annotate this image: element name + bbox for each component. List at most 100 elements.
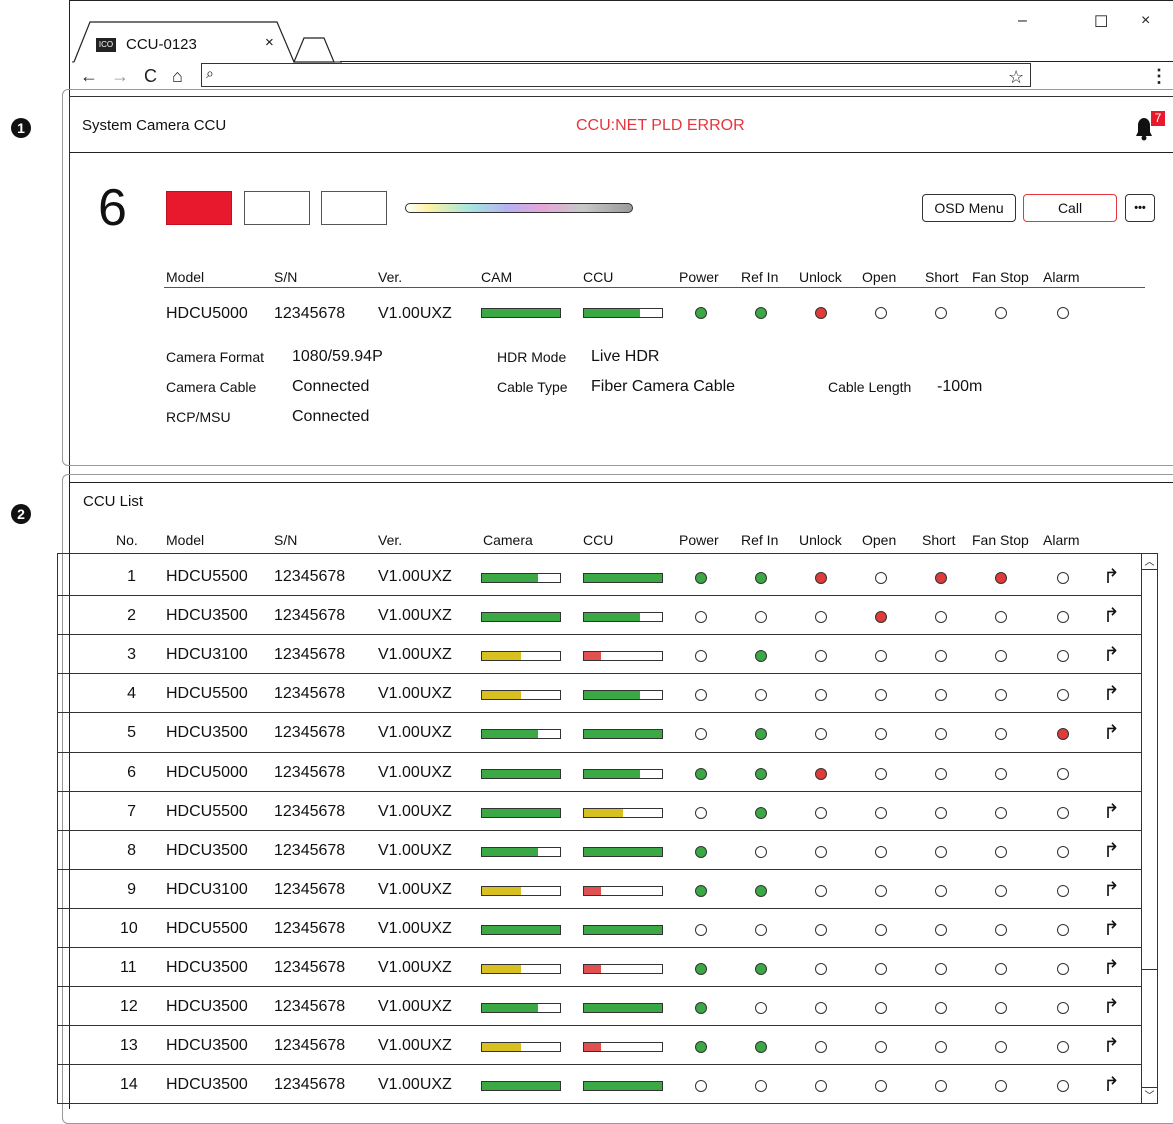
detail-column-header: Ver. bbox=[378, 269, 403, 285]
back-icon[interactable]: ← bbox=[80, 66, 98, 87]
row-number: 9 bbox=[127, 880, 136, 898]
row-serial: 12345678 bbox=[274, 959, 346, 976]
row-divider bbox=[58, 908, 1142, 909]
row-serial: 12345678 bbox=[274, 607, 346, 625]
row-divider bbox=[58, 595, 1142, 596]
row-version: V1.00UXZ bbox=[378, 685, 452, 703]
row-model: HDCU3500 bbox=[166, 1037, 248, 1055]
row-status-dot bbox=[755, 572, 767, 584]
go-to-camera-arrow-icon[interactable]: ↱ bbox=[1103, 994, 1120, 1019]
row-status-dot bbox=[815, 845, 827, 858]
row-status-dot bbox=[755, 845, 767, 858]
row-status-dot bbox=[935, 611, 947, 624]
tab-close-icon[interactable]: × bbox=[265, 34, 274, 51]
row-status-dot bbox=[935, 845, 947, 858]
bookmark-star-icon[interactable]: ☆ bbox=[1008, 67, 1024, 88]
row-status-dot bbox=[995, 611, 1007, 624]
row-camera-level-bar bbox=[481, 573, 561, 583]
detail-column-header: Ref In bbox=[741, 269, 779, 285]
row-divider bbox=[58, 1064, 1142, 1065]
go-to-camera-arrow-icon[interactable]: ↱ bbox=[1103, 1033, 1120, 1058]
new-tab-button[interactable] bbox=[298, 20, 338, 44]
row-status-dot bbox=[695, 845, 707, 858]
cable-length-label: Cable Length bbox=[828, 379, 912, 395]
list-column-header: Camera bbox=[483, 532, 533, 548]
tally-indicator-2 bbox=[244, 191, 310, 225]
row-model: HDCU3500 bbox=[166, 998, 248, 1016]
row-ccu-level-bar bbox=[583, 690, 663, 701]
callout-2: 2 bbox=[11, 504, 31, 524]
row-status-dot bbox=[695, 572, 707, 584]
camera-number: 6 bbox=[98, 179, 127, 237]
row-version: V1.00UXZ bbox=[378, 724, 452, 742]
forward-icon[interactable]: → bbox=[111, 66, 129, 87]
list-column-header: Open bbox=[862, 532, 897, 548]
row-status-dot bbox=[935, 572, 947, 584]
row-status-dot bbox=[815, 806, 827, 819]
row-model: HDCU3500 bbox=[166, 1076, 248, 1094]
go-to-camera-arrow-icon[interactable]: ↱ bbox=[1103, 681, 1120, 706]
scrollbar-thumb[interactable] bbox=[1142, 570, 1157, 970]
row-status-dot bbox=[695, 963, 707, 975]
row-model: HDCU5500 bbox=[166, 685, 248, 703]
row-divider bbox=[58, 869, 1142, 870]
go-to-camera-arrow-icon[interactable]: ↱ bbox=[1103, 1072, 1120, 1097]
window-close-icon[interactable]: × bbox=[1141, 12, 1150, 30]
row-ccu-level-bar bbox=[583, 612, 663, 623]
go-to-camera-arrow-icon[interactable]: ↱ bbox=[1103, 838, 1120, 863]
address-bar[interactable]: ⌕ bbox=[201, 63, 1031, 87]
camera-cable-value: Connected bbox=[292, 378, 370, 395]
app-title: System Camera CCU bbox=[82, 117, 227, 134]
row-divider bbox=[58, 1025, 1142, 1026]
tab-title[interactable]: CCU-0123 bbox=[126, 36, 197, 53]
go-to-camera-arrow-icon[interactable]: ↱ bbox=[1103, 955, 1120, 980]
go-to-camera-arrow-icon[interactable]: ↱ bbox=[1103, 564, 1120, 589]
row-ccu-level-bar bbox=[583, 807, 663, 818]
call-button[interactable]: Call bbox=[1023, 194, 1117, 222]
rcp-msu-value: Connected bbox=[292, 408, 370, 425]
row-status-dot bbox=[875, 963, 887, 975]
row-serial: 12345678 bbox=[274, 1076, 346, 1094]
row-number: 14 bbox=[120, 1076, 138, 1094]
minimize-icon[interactable]: – bbox=[1018, 12, 1027, 30]
row-serial: 12345678 bbox=[274, 880, 346, 898]
go-to-camera-arrow-icon[interactable]: ↱ bbox=[1103, 720, 1120, 745]
row-status-dot bbox=[875, 806, 887, 819]
osd-menu-button[interactable]: OSD Menu bbox=[922, 194, 1016, 222]
browser-menu-icon[interactable]: ⋮ bbox=[1150, 66, 1168, 87]
row-serial: 12345678 bbox=[274, 568, 346, 585]
detail-column-header: S/N bbox=[274, 269, 298, 285]
row-status-dot bbox=[875, 884, 887, 897]
go-to-camera-arrow-icon[interactable]: ↱ bbox=[1103, 799, 1120, 824]
go-to-camera-arrow-icon[interactable]: ↱ bbox=[1103, 916, 1120, 941]
row-camera-level-bar bbox=[481, 807, 561, 818]
go-to-camera-arrow-icon[interactable]: ↱ bbox=[1103, 603, 1120, 628]
row-status-dot bbox=[875, 611, 887, 624]
row-divider bbox=[58, 791, 1142, 792]
scroll-up-icon[interactable]: ︿ bbox=[1141, 553, 1158, 570]
home-icon[interactable]: ⌂ bbox=[172, 66, 183, 87]
reload-icon[interactable]: C bbox=[144, 66, 157, 87]
detail-column-header: CAM bbox=[481, 269, 513, 285]
row-ccu-level-bar bbox=[583, 729, 663, 740]
maximize-icon[interactable]: ☐ bbox=[1094, 12, 1108, 32]
detail-version: V1.00UXZ bbox=[378, 305, 452, 322]
row-version: V1.00UXZ bbox=[378, 1076, 452, 1094]
row-camera-level-bar bbox=[481, 964, 561, 974]
row-status-dot bbox=[1057, 806, 1069, 819]
row-ccu-level-bar bbox=[583, 573, 663, 583]
row-status-dot bbox=[695, 923, 707, 936]
scroll-down-icon[interactable]: ﹀ bbox=[1141, 1087, 1158, 1104]
go-to-camera-arrow-icon[interactable]: ↱ bbox=[1103, 642, 1120, 667]
go-to-camera-arrow-icon[interactable]: ↱ bbox=[1103, 877, 1120, 902]
list-column-header: Fan Stop bbox=[972, 532, 1029, 548]
row-status-dot bbox=[695, 767, 707, 780]
row-version: V1.00UXZ bbox=[378, 607, 452, 625]
row-status-dot bbox=[1057, 963, 1069, 975]
row-status-dot bbox=[875, 845, 887, 858]
row-serial: 12345678 bbox=[274, 802, 346, 820]
detail-header-divider bbox=[164, 287, 1145, 288]
more-options-button[interactable]: ••• bbox=[1125, 194, 1155, 222]
tally-indicator-3 bbox=[321, 191, 387, 225]
row-status-dot bbox=[935, 963, 947, 975]
